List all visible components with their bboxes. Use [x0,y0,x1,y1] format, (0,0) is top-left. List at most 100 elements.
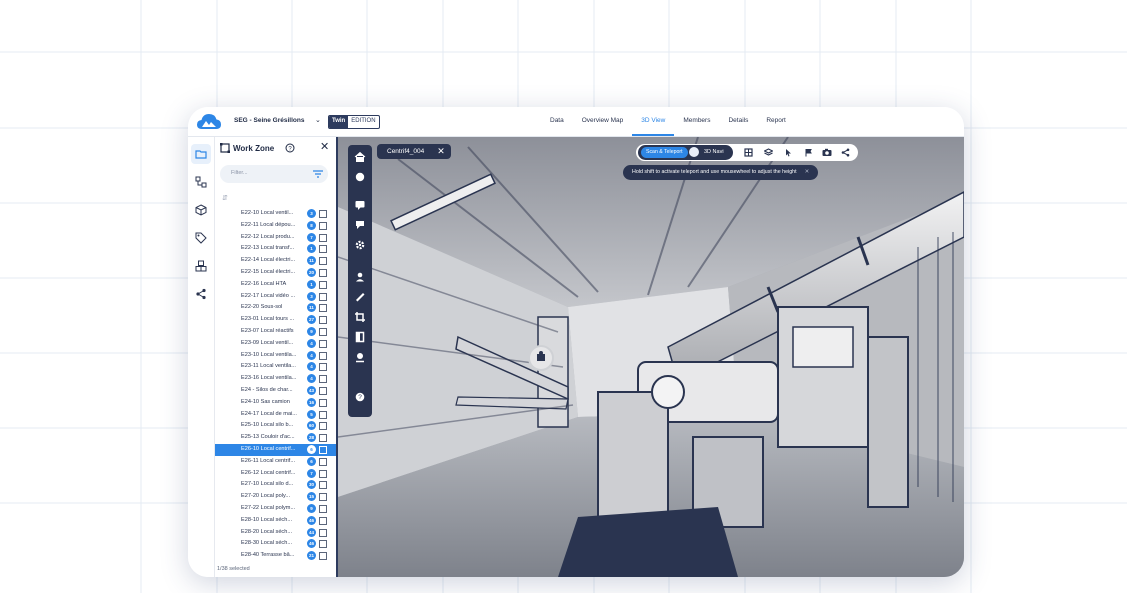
item-checkbox[interactable] [319,469,327,478]
list-item[interactable]: E23-10 Local ventila... 4 [215,350,336,362]
list-item[interactable]: E28-30 Local séch... 46 [215,538,336,550]
hierarchy-icon[interactable] [191,172,211,192]
list-item[interactable]: E25-13 Couloir d'ac... 28 [215,432,336,444]
item-checkbox[interactable] [319,304,327,313]
item-checkbox[interactable] [319,268,327,277]
crop-icon[interactable] [352,309,368,325]
item-checkbox[interactable] [319,493,327,502]
help-icon[interactable]: ? [352,389,368,405]
list-item[interactable]: E23-16 Local ventila... 4 [215,373,336,385]
cursor-icon[interactable] [784,148,793,157]
item-checkbox[interactable] [319,375,327,384]
tag-icon[interactable] [191,228,211,248]
list-item[interactable]: E24 - Silos de char... 43 [215,385,336,397]
list-item[interactable]: E26-10 Local centrif... 6 [215,443,336,456]
home-icon[interactable] [352,149,368,165]
item-checkbox[interactable] [319,434,327,443]
list-item[interactable]: E22-11 Local dépou... 8 [215,220,336,232]
item-checkbox[interactable] [319,422,327,431]
item-checkbox[interactable] [319,280,327,289]
item-checkbox[interactable] [319,540,327,549]
item-checkbox[interactable] [319,410,327,419]
item-checkbox[interactable] [319,528,327,537]
item-checkbox[interactable] [319,233,327,242]
door-icon[interactable] [352,329,368,345]
scan-position-marker[interactable] [528,345,554,371]
comment-icon[interactable] [352,197,368,213]
list-item[interactable]: E22-20 Sous-sol 11 [215,302,336,314]
tab-members[interactable]: Members [674,107,719,136]
list-item[interactable]: E28-20 Local séch... 44 [215,527,336,539]
gear-icon[interactable] [352,237,368,253]
item-checkbox[interactable] [319,257,327,266]
share-icon[interactable] [191,284,211,304]
list-item[interactable]: E22-10 Local ventil... 3 [215,208,336,220]
marker-icon[interactable] [352,217,368,233]
sphere-icon[interactable] [352,169,368,185]
list-item[interactable]: E22-14 Local électri... 11 [215,255,336,267]
item-checkbox[interactable] [319,504,327,513]
project-name[interactable]: SEG - Seine Grésillons [234,117,304,124]
tab-overview-map[interactable]: Overview Map [573,107,633,136]
item-checkbox[interactable] [319,327,327,336]
flag-icon[interactable] [804,148,813,157]
item-checkbox[interactable] [319,245,327,254]
layers-icon[interactable] [764,148,773,157]
close-icon[interactable]: ✕ [320,140,329,153]
filter-input[interactable]: Filter... [220,165,328,183]
item-checkbox[interactable] [319,457,327,466]
list-item[interactable]: E22-12 Local produ... 7 [215,232,336,244]
list-item[interactable]: E24-10 Sas camion 16 [215,397,336,409]
list-item[interactable]: E24-17 Local de mai... 5 [215,409,336,421]
item-checkbox[interactable] [319,398,327,407]
point-cloud-scene[interactable] [338,137,964,577]
tab-3d-view[interactable]: 3D View [632,107,675,136]
list-item[interactable]: E28-40 Terrasse bâ... 21 [215,550,336,562]
share-icon[interactable] [841,148,850,157]
chevron-down-icon[interactable]: ⌄ [315,116,321,124]
tab-report[interactable]: Report [757,107,795,136]
3d-viewport[interactable]: ? Centrif4_004 ✕ Scan & Teleport 3D Navi… [338,137,964,577]
list-item[interactable]: E27-22 Local polym... 9 [215,503,336,515]
list-item[interactable]: E22-17 Local vidéo ... 3 [215,291,336,303]
mode-3d-navi[interactable]: 3D Navi [704,149,724,155]
close-scan-icon[interactable]: ✕ [437,146,445,157]
filter-icon[interactable] [313,170,323,178]
list-item[interactable]: E23-07 Local réactifs 9 [215,326,336,338]
item-checkbox[interactable] [319,516,327,525]
item-checkbox[interactable] [319,221,327,230]
list-item[interactable]: E23-01 Local tours ... 27 [215,314,336,326]
scan-tab[interactable]: Centrif4_004 ✕ [377,144,451,159]
toggle-knob-icon[interactable] [689,147,699,157]
tab-data[interactable]: Data [541,107,573,136]
item-checkbox[interactable] [319,339,327,348]
pin-icon[interactable] [352,349,368,365]
list-item[interactable]: E23-09 Local ventil... 4 [215,338,336,350]
item-checkbox[interactable] [319,316,327,325]
item-checkbox[interactable] [319,386,327,395]
grid-icon[interactable] [744,148,753,157]
nav-mode-switch[interactable]: Scan & Teleport 3D Navi [638,145,733,160]
list-item[interactable]: E22-13 Local transf... 1 [215,243,336,255]
cube-icon[interactable] [191,200,211,220]
list-item[interactable]: E27-20 Local poly... 15 [215,491,336,503]
camera-icon[interactable] [822,148,832,157]
list-item[interactable]: E26-11 Local centrif... 6 [215,456,336,468]
item-checkbox[interactable] [319,363,327,372]
tab-details[interactable]: Details [719,107,757,136]
list-item[interactable]: E22-16 Local HTA 1 [215,279,336,291]
close-hint-icon[interactable]: ✕ [805,169,809,175]
help-icon[interactable]: ? [285,143,295,153]
item-checkbox[interactable] [319,481,327,490]
list-item[interactable]: E28-10 Local séch... 46 [215,515,336,527]
item-checkbox[interactable] [319,292,327,301]
item-checkbox[interactable] [319,210,327,218]
list-item[interactable]: E25-10 Local silo b... 60 [215,420,336,432]
item-checkbox[interactable] [319,552,327,561]
folder-icon[interactable] [191,144,211,164]
list-item[interactable]: E27-10 Local silo d... 30 [215,479,336,491]
item-checkbox[interactable] [319,351,327,360]
ruler-icon[interactable] [352,289,368,305]
list-item[interactable]: E26-12 Local centrif... 7 [215,468,336,480]
person-pin-icon[interactable] [352,269,368,285]
